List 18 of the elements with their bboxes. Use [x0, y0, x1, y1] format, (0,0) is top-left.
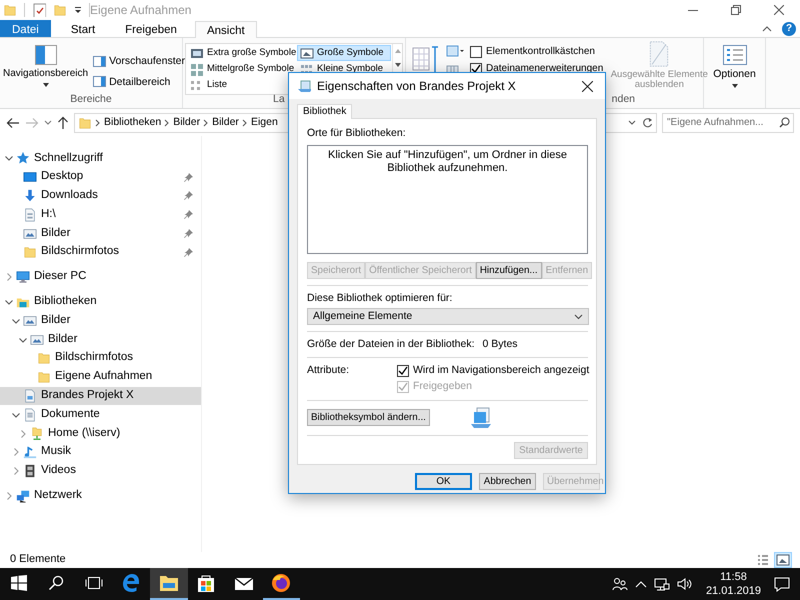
- checkbox-label: Dateinamenerweiterungen: [486, 62, 604, 74]
- dialog-title: Eigenschaften von Brandes Projekt X: [317, 78, 516, 94]
- window-title: Eigene Aufnahmen: [90, 2, 192, 18]
- field-label: Orte für Bibliotheken:: [307, 127, 407, 140]
- group-label: Bereiche: [70, 93, 112, 107]
- field-label: Attribute:: [307, 364, 350, 378]
- clock-date: 21.01.2019: [706, 584, 761, 598]
- group-label: La: [273, 93, 285, 107]
- field-label: Diese Bibliothek optimieren für:: [307, 292, 454, 304]
- item-count: 0 Elemente: [10, 553, 66, 567]
- group-label: nden: [612, 93, 635, 107]
- empty-list-message: Klicken Sie auf "Hinzufügen", um Ordner in diese Bibliothek aufzunehmen.: [327, 148, 568, 175]
- checkbox-label: Freigegeben: [413, 380, 472, 394]
- checkbox-label: Elementkontrollkästchen: [486, 46, 595, 58]
- checkbox-label: Wird im Navigationsbereich angezeigt: [413, 364, 590, 378]
- clock-time: 11:58: [720, 570, 747, 584]
- field-label: Größe der Dateien in der Bibliothek:: [307, 338, 475, 351]
- size-value: 0 Bytes: [482, 338, 518, 351]
